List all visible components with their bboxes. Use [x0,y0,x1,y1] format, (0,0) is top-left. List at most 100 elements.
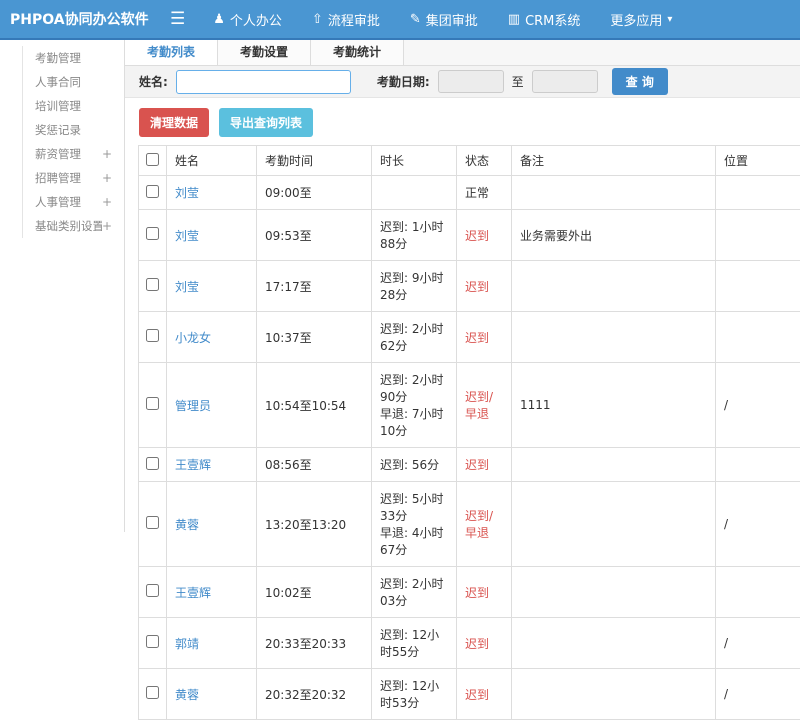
row-checkbox[interactable] [146,686,159,699]
status-cell: 迟到 [457,567,512,618]
attendance-table: 姓名 考勤时间 时长 状态 备注 位置 [138,145,800,720]
expand-toggle-icon[interactable]: + [102,195,112,209]
employee-name-link[interactable]: 刘莹 [175,280,199,294]
table-row: 刘莹 09:53至 迟到: 1小时88分 迟到 业务需要外出 [139,210,800,261]
sidebar-item[interactable]: 招聘管理 + [22,166,124,190]
row-checkbox[interactable] [146,329,159,342]
export-list-button[interactable]: 导出查询列表 [219,108,313,137]
sidebar-item[interactable]: 考勤管理 [22,46,124,70]
name-cell: 管理员 [167,363,257,448]
employee-name-link[interactable]: 管理员 [175,399,211,413]
duration-cell: 迟到: 2小时90分 早退: 7小时10分 [372,363,457,448]
row-checkbox[interactable] [146,635,159,648]
sidebar-item[interactable]: 人事合同 [22,70,124,94]
date-from-input[interactable] [438,70,504,93]
expand-toggle-icon[interactable]: + [102,147,112,161]
row-checkbox[interactable] [146,227,159,240]
topnav-item[interactable]: 更多应用 ▾ [610,10,672,29]
row-checkbox[interactable] [146,278,159,291]
row-checkbox[interactable] [146,397,159,410]
sidebar-item[interactable]: 培训管理 [22,94,124,118]
status-cell: 迟到 [457,448,512,482]
employee-name-link[interactable]: 刘莹 [175,186,199,200]
sidebar-item-label: 奖惩记录 [35,122,112,138]
employee-name-link[interactable]: 王壹辉 [175,586,211,600]
main-content: 考勤列表 考勤设置 考勤统计 姓名: 考勤日期: 至 查 询 清理数据 导出查询… [125,40,800,532]
expand-toggle-icon[interactable]: + [102,219,112,233]
duration-late-text: 迟到: 1小时88分 [380,218,448,252]
sidebar-item[interactable]: 基础类别设置 + [22,214,124,238]
date-to-input[interactable] [532,70,598,93]
topnav-item-icon: ✎ [410,12,421,27]
topnav-item[interactable]: ♟ 个人办公 [213,10,282,29]
time-cell: 09:00至 [257,176,372,210]
table-row: 小龙女 10:37至 迟到: 2小时62分 迟到 [139,312,800,363]
clear-data-button[interactable]: 清理数据 [139,108,209,137]
sidebar: ⌂ 个人桌面 ♟ 个人办公 + ⇧ 流程审批 + ✎ 集团审批 + ▥ CRM系… [0,40,125,532]
tab[interactable]: 考勤列表 [125,40,218,65]
employee-name-link[interactable]: 小龙女 [175,331,211,345]
select-all-checkbox[interactable] [146,153,159,166]
duration-cell: 迟到: 5小时33分 早退: 4小时67分 [372,482,457,567]
location-cell [716,312,800,363]
location-cell: / [716,363,800,448]
duration-early-text: 早退: 4小时67分 [380,524,448,558]
sidebar-item-label: 人事管理 [35,194,102,210]
employee-name-link[interactable]: 刘莹 [175,229,199,243]
expand-toggle-icon[interactable]: + [102,171,112,185]
note-cell [512,448,716,482]
tab[interactable]: 考勤统计 [311,40,404,65]
note-cell [512,669,716,720]
filter-bar: 姓名: 考勤日期: 至 查 询 [125,66,800,98]
status-badge: 迟到 [465,280,489,294]
topnav-item[interactable]: ▥ CRM系统 [508,10,581,29]
name-filter-input[interactable] [176,70,351,94]
duration-cell: 迟到: 1小时88分 [372,210,457,261]
table-row: 刘莹 17:17至 迟到: 9小时28分 迟到 [139,261,800,312]
location-cell [716,176,800,210]
search-button[interactable]: 查 询 [612,68,668,95]
note-cell [512,567,716,618]
status-badge: 迟到 [465,458,489,472]
row-checkbox-cell [139,210,167,261]
table-header-row: 姓名 考勤时间 时长 状态 备注 位置 [139,146,800,176]
sidebar-item-label: 培训管理 [35,98,112,114]
note-cell: 1111 [512,363,716,448]
row-checkbox-cell [139,261,167,312]
row-checkbox-cell [139,567,167,618]
row-checkbox[interactable] [146,516,159,529]
table-row: 黄蓉 20:32至20:32 迟到: 12小时53分 迟到 / [139,669,800,720]
status-badge: 迟到 [465,331,489,345]
employee-name-link[interactable]: 黄蓉 [175,518,199,532]
time-cell: 09:53至 [257,210,372,261]
status-badge: 迟到 [465,586,489,600]
name-cell: 黄蓉 [167,482,257,567]
status-cell: 迟到 [457,618,512,669]
duration-late-text: 迟到: 9小时28分 [380,269,448,303]
table-row: 刘莹 09:00至 正常 [139,176,800,210]
employee-name-link[interactable]: 黄蓉 [175,688,199,702]
employee-name-link[interactable]: 郭靖 [175,637,199,651]
row-checkbox-cell [139,669,167,720]
row-checkbox[interactable] [146,185,159,198]
table-row: 王壹辉 10:02至 迟到: 2小时03分 迟到 [139,567,800,618]
tab[interactable]: 考勤设置 [218,40,311,65]
sidebar-item[interactable]: 薪资管理 + [22,142,124,166]
topnav-item[interactable]: ✎ 集团审批 [410,10,478,29]
row-checkbox[interactable] [146,584,159,597]
employee-name-link[interactable]: 王壹辉 [175,458,211,472]
column-header: 备注 [512,146,716,176]
status-cell: 迟到 [457,669,512,720]
row-checkbox[interactable] [146,457,159,470]
topnav-item[interactable]: ⇧ 流程审批 [312,10,380,29]
action-bar: 清理数据 导出查询列表 [125,98,800,145]
row-checkbox-cell [139,363,167,448]
hamburger-menu-icon[interactable]: ☰ [170,9,185,29]
table-row: 郭靖 20:33至20:33 迟到: 12小时55分 迟到 / [139,618,800,669]
row-checkbox-cell [139,176,167,210]
sidebar-item[interactable]: 奖惩记录 [22,118,124,142]
note-cell: 业务需要外出 [512,210,716,261]
topnav-item-label: 集团审批 [426,10,478,29]
duration-late-text: 迟到: 12小时53分 [380,677,448,711]
sidebar-item[interactable]: 人事管理 + [22,190,124,214]
